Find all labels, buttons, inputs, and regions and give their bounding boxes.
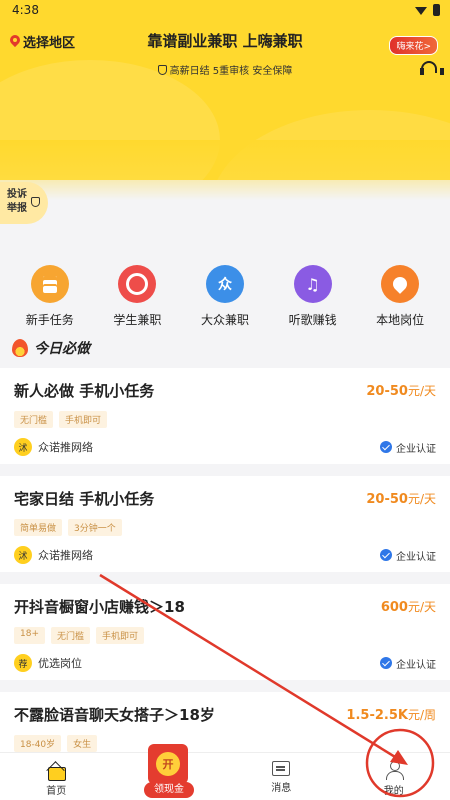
company-name: 众诺推网络 bbox=[38, 441, 93, 454]
job-tag: 手机即可 bbox=[96, 627, 145, 644]
job-title: 开抖音橱窗小店赚钱＞18 bbox=[14, 598, 185, 616]
location-icon bbox=[381, 265, 420, 303]
category-newbie-task[interactable]: 新手任务 bbox=[10, 265, 90, 328]
company-info: 沭 众诺推网络 bbox=[14, 438, 93, 456]
complaint-report-button[interactable]: 投诉 举报 bbox=[0, 182, 48, 224]
verified-check-icon bbox=[380, 549, 392, 561]
category-local-job[interactable]: 本地岗位 bbox=[360, 265, 440, 328]
headset-icon[interactable] bbox=[420, 61, 444, 75]
flame-icon bbox=[12, 339, 28, 357]
job-card[interactable]: 开抖音橱窗小店赚钱＞18 600元/天 18+ 无门槛 手机即可 荐 优选岗位 … bbox=[0, 584, 450, 680]
public-job-icon: 众 bbox=[205, 265, 244, 303]
job-tag: 女生 bbox=[67, 735, 98, 752]
company-info: 沭 众诺推网络 bbox=[14, 546, 93, 564]
company-info: 荐 优选岗位 bbox=[14, 654, 82, 672]
job-salary: 1.5-2.5K元/周 bbox=[346, 708, 436, 723]
message-icon bbox=[272, 761, 291, 776]
company-avatar: 荐 bbox=[14, 654, 32, 672]
category-label: 大众兼职 bbox=[200, 313, 249, 327]
verified-check-icon bbox=[380, 441, 392, 453]
tab-home[interactable]: 首页 bbox=[11, 753, 101, 800]
home-icon bbox=[47, 761, 67, 781]
tab-label: 领现金 bbox=[144, 782, 194, 798]
job-tag: 无门槛 bbox=[51, 627, 91, 644]
category-label: 新手任务 bbox=[25, 313, 74, 327]
job-tag: 简单易做 bbox=[14, 519, 63, 536]
tab-label: 我的 bbox=[383, 786, 404, 797]
shield-icon bbox=[31, 197, 40, 207]
student-icon bbox=[118, 265, 157, 303]
verified-check-icon bbox=[380, 657, 392, 669]
category-music-earn[interactable]: 听歌赚钱 bbox=[273, 265, 353, 328]
company-name: 众诺推网络 bbox=[38, 549, 93, 562]
job-salary: 20-50元/天 bbox=[366, 492, 436, 507]
job-tag: 18+ bbox=[14, 627, 45, 644]
shield-icon bbox=[157, 64, 167, 75]
job-salary: 20-50元/天 bbox=[366, 384, 436, 399]
job-card[interactable]: 不露脸语音聊天女搭子＞18岁 1.5-2.5K元/周 18-40岁 女生 bbox=[0, 692, 450, 752]
system-icons bbox=[415, 4, 440, 16]
music-icon bbox=[293, 265, 332, 303]
category-label: 听歌赚钱 bbox=[288, 313, 337, 327]
job-title: 宅家日结 手机小任务 bbox=[14, 490, 155, 508]
job-tag: 18-40岁 bbox=[14, 735, 62, 752]
banner-fade bbox=[0, 140, 450, 200]
tab-label: 首页 bbox=[46, 786, 67, 797]
hot-badge-button[interactable]: 嗨来花> bbox=[389, 36, 438, 55]
job-card[interactable]: 宅家日结 手机小任务 20-50元/天 简单易做 3分钟一个 沭 众诺推网络 企… bbox=[0, 476, 450, 572]
tab-label: 消息 bbox=[271, 783, 292, 794]
complaint-label-2: 举报 bbox=[7, 203, 27, 214]
job-title: 不露脸语音聊天女搭子＞18岁 bbox=[14, 706, 215, 724]
job-tag: 无门槛 bbox=[14, 411, 54, 428]
job-tag: 手机即可 bbox=[59, 411, 108, 428]
tab-me[interactable]: 我的 bbox=[349, 753, 439, 800]
category-row: 新手任务 学生兼职 众 大众兼职 听歌赚钱 本地岗位 bbox=[0, 265, 450, 328]
verified-badge: 企业认证 bbox=[380, 656, 436, 671]
status-bar: 4:38 bbox=[0, 0, 450, 22]
company-avatar: 沭 bbox=[14, 438, 32, 456]
task-doc-icon bbox=[30, 265, 69, 303]
job-card[interactable]: 新人必做 手机小任务 20-50元/天 无门槛 手机即可 沭 众诺推网络 企业认… bbox=[0, 368, 450, 464]
job-salary: 600元/天 bbox=[380, 600, 436, 615]
category-label: 本地岗位 bbox=[376, 313, 425, 327]
battery-icon bbox=[433, 4, 440, 16]
status-time: 4:38 bbox=[12, 3, 39, 17]
company-name: 优选岗位 bbox=[38, 657, 82, 670]
tab-get-cash[interactable]: 开 领现金 bbox=[138, 740, 198, 800]
subtitle-text: 高薪日结 5重审核 安全保障 bbox=[169, 66, 293, 77]
verified-label: 企业认证 bbox=[396, 443, 436, 455]
verified-label: 企业认证 bbox=[396, 551, 436, 563]
job-tag: 3分钟一个 bbox=[68, 519, 122, 536]
verified-badge: 企业认证 bbox=[380, 548, 436, 563]
page-title: 靠谱副业兼职 上嗨兼职 bbox=[147, 32, 303, 50]
category-student-job[interactable]: 学生兼职 bbox=[97, 265, 177, 328]
cash-coin: 开 bbox=[156, 752, 180, 776]
category-label: 学生兼职 bbox=[113, 313, 162, 327]
job-title: 新人必做 手机小任务 bbox=[14, 382, 155, 400]
section-title: 今日必做 bbox=[34, 341, 90, 357]
bottom-tab-bar: 首页 消息 我的 bbox=[0, 752, 450, 800]
category-public-job[interactable]: 众 大众兼职 bbox=[185, 265, 265, 328]
tab-messages[interactable]: 消息 bbox=[236, 753, 326, 800]
verified-badge: 企业认证 bbox=[380, 440, 436, 455]
section-header: 今日必做 bbox=[12, 338, 90, 358]
verified-label: 企业认证 bbox=[396, 659, 436, 671]
complaint-label-1: 投诉 bbox=[7, 189, 27, 200]
page-subtitle: 高薪日结 5重审核 安全保障 bbox=[0, 62, 450, 77]
wifi-icon bbox=[415, 7, 427, 15]
company-avatar: 沭 bbox=[14, 546, 32, 564]
profile-icon bbox=[385, 761, 404, 780]
